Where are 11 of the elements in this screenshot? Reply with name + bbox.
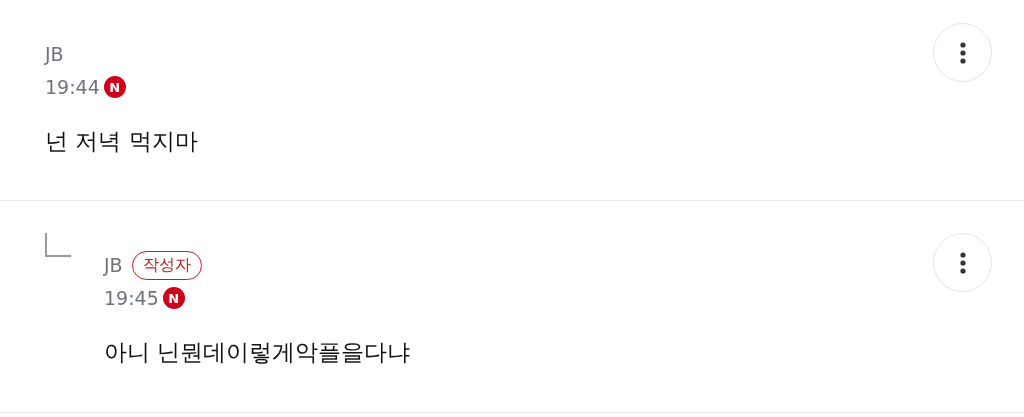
comment-time: 19:45 [104,287,159,309]
more-icon [959,41,966,64]
author-name: JB [104,254,123,276]
comment-text: 넌 저녁 먹지마 [45,127,199,156]
comment-time: 19:44 [45,76,100,98]
more-icon [959,251,966,274]
author-name: JB [45,43,64,65]
new-badge: N [162,287,185,309]
reply-indent-icon [45,233,71,257]
new-badge: N [103,76,126,98]
comment-text: 아니 닌뭔데이렇게악플을다냐 [104,338,412,367]
